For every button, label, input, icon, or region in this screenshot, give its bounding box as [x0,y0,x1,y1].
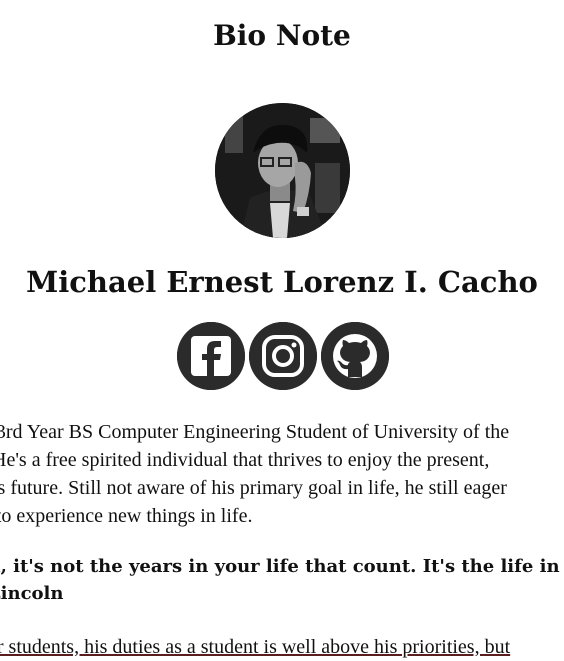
bio-page: Bio Note Michael Ernest Lorenz I. Cacho … [0,0,564,661]
facebook-link[interactable] [177,322,245,390]
github-icon [321,322,389,390]
github-link[interactable] [321,322,389,390]
instagram-link[interactable] [249,322,317,390]
avatar-photo [215,103,350,238]
bio-line: e to experience new things in life. [0,505,253,527]
avatar [215,103,350,238]
bio-line: a 3rd Year BS Computer Engineering Stude… [0,421,510,443]
page-title: Bio Note [213,19,351,52]
bio-line: . He's a free spirited individual that t… [0,449,490,471]
instagram-icon [249,322,317,390]
bio-paragraph: a 3rd Year BS Computer Engineering Stude… [0,418,564,530]
quote-author: Lincoln [0,583,64,604]
person-name: Michael Ernest Lorenz I. Cacho [26,265,538,299]
facebook-icon [177,322,245,390]
quote: d, it's not the years in your life that … [0,553,564,607]
social-links [177,322,392,390]
bio-line: his future. Still not aware of his prima… [0,477,507,499]
bio-paragraph-2: er students, his duties as a student is … [0,636,511,658]
quote-line: d, it's not the years in your life that … [0,556,564,577]
